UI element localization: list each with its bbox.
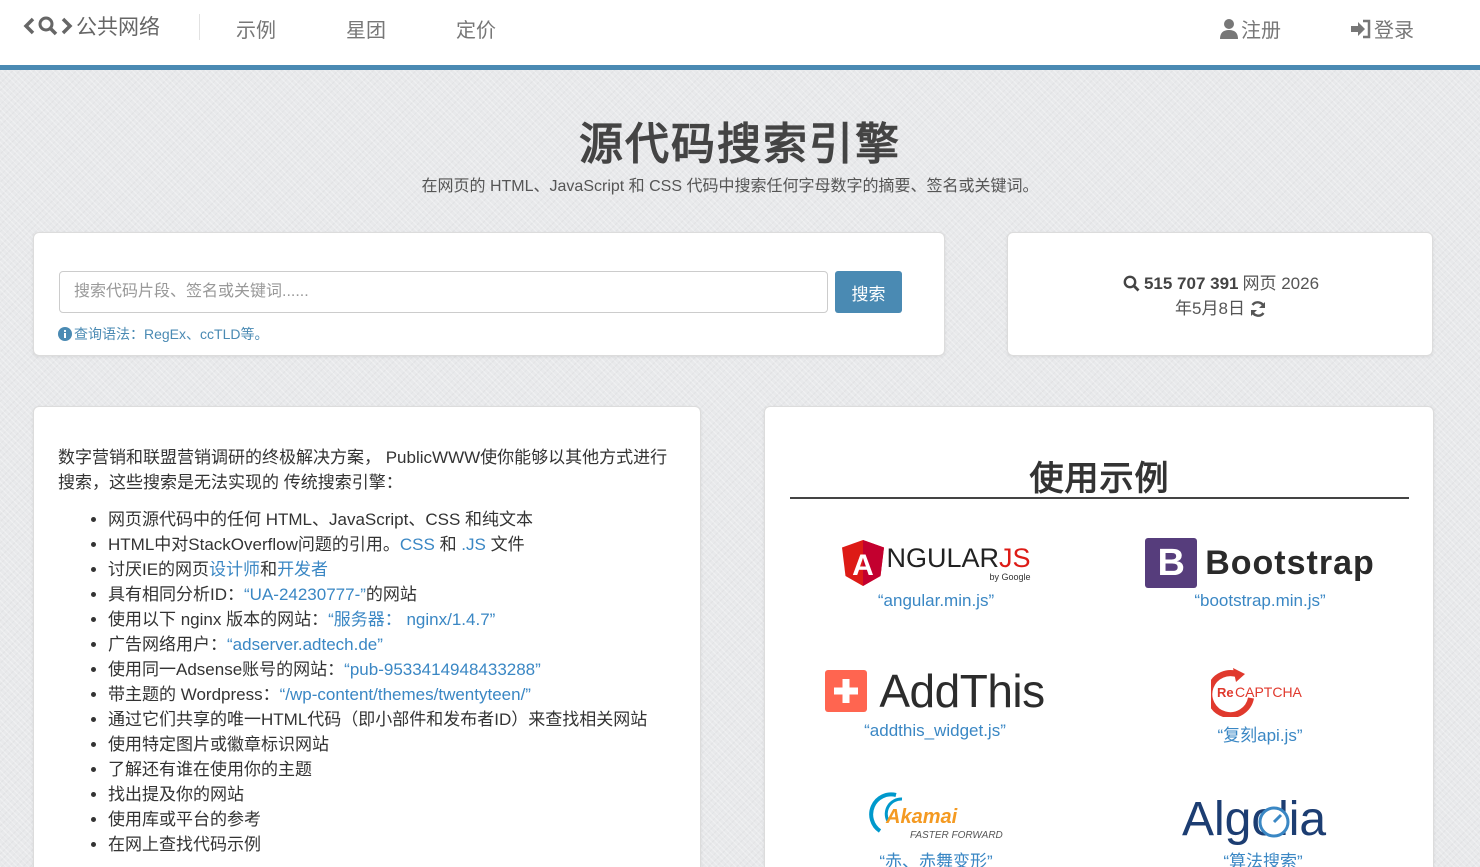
svg-text:A: A	[853, 549, 875, 582]
register-label: 注册	[1241, 20, 1281, 42]
example-bootstrap[interactable]: B Bootstrap “bootstrap.min.js”	[1145, 537, 1375, 611]
list-item: 通过它们共享的唯一HTML代码（即小部件和发布者ID）来查找相关网站	[108, 707, 708, 732]
angular-caption: “angular.min.js”	[877, 591, 995, 610]
examples-panel: 使用示例 A NGULARJS by Google “angular.min.j…	[764, 406, 1434, 867]
brand-name: 公共网络	[76, 16, 160, 39]
algolia-logo: Algolia	[1165, 791, 1361, 845]
refresh-icon[interactable]	[1249, 300, 1267, 318]
example-akamai[interactable]: Akamai FASTER FORWARD “赤、赤舞变形”	[841, 791, 1031, 867]
developers-link[interactable]: 开发者	[277, 560, 328, 579]
designers-link[interactable]: 设计师	[209, 560, 260, 579]
examples-title: 使用示例	[1029, 460, 1170, 498]
list-item: HTML中对StackOverflow问题的引用。CSS 和 .JS 文件	[108, 532, 708, 557]
search-icon	[38, 16, 58, 36]
list-item: 带主题的 Wordpress：“/wp-content/themes/twent…	[108, 682, 708, 707]
nav-item-clusters[interactable]: 星团	[346, 14, 386, 43]
adserver-link[interactable]: “adserver.adtech.de”	[227, 635, 383, 654]
search-icon	[1123, 275, 1140, 292]
list-item: 广告网络用户：“adserver.adtech.de”	[108, 632, 708, 657]
akamai-logo: Akamai FASTER FORWARD	[841, 791, 1031, 845]
sign-in-icon	[1351, 19, 1371, 38]
nav-item-pricing[interactable]: 定价	[456, 14, 496, 43]
svg-text:Algolia: Algolia	[1182, 793, 1326, 845]
page-subtitle: 在网页的 HTML、JavaScript 和 CSS 代码中搜索任何字母数字的摘…	[421, 178, 1039, 195]
list-item: 网页源代码中的任何 HTML、JavaScript、CSS 和纯文本	[108, 507, 708, 532]
addthis-caption: “addthis_widget.js”	[864, 721, 1006, 740]
chevron-right-icon	[61, 17, 73, 35]
wordpress-theme-link[interactable]: “/wp-content/themes/twentyteen/”	[280, 685, 531, 704]
search-button[interactable]: 搜索	[835, 271, 902, 313]
list-item: 使用以下 nginx 版本的网站：“服务器： nginx/1.4.7”	[108, 607, 708, 632]
login-link[interactable]: 登录	[1350, 14, 1414, 43]
login-label: 登录	[1374, 20, 1414, 42]
addthis-logo: AddThis	[805, 663, 1065, 719]
nav-item-examples[interactable]: 示例	[236, 14, 276, 43]
recaptcha-caption: “复刻api.js”	[1217, 726, 1303, 745]
user-icon	[1220, 18, 1238, 39]
brand-link[interactable]: 公共网络	[22, 12, 160, 40]
list-item: 找出提及你的网站	[108, 782, 708, 807]
nginx-link[interactable]: “服务器： nginx/1.4.7”	[328, 610, 495, 629]
svg-text:Re: Re	[1217, 685, 1234, 700]
recaptcha-icon: Re CAPTCHA	[1211, 668, 1303, 717]
search-panel: 搜索 查询语法：RegEx、ccTLD等。	[33, 232, 945, 356]
list-item: 使用特定图片或徽章标识网站	[108, 732, 708, 757]
akamai-wave-icon: Akamai FASTER FORWARD	[869, 792, 1003, 841]
svg-text:FASTER FORWARD: FASTER FORWARD	[910, 830, 1003, 841]
recaptcha-logo: Re CAPTCHA	[1165, 663, 1355, 719]
example-addthis[interactable]: AddThis “addthis_widget.js”	[805, 663, 1065, 741]
feature-list: 网页源代码中的任何 HTML、JavaScript、CSS 和纯文本 HTML中…	[108, 507, 708, 857]
query-syntax-link[interactable]: 查询语法：RegEx、ccTLD等。	[58, 324, 268, 344]
css-link[interactable]: CSS	[400, 535, 435, 554]
query-syntax-label: 查询语法：RegEx、ccTLD等。	[74, 326, 269, 342]
example-algolia[interactable]: Algolia “算法搜索”	[1165, 791, 1361, 867]
example-angular[interactable]: A NGULARJS by Google “angular.min.js”	[821, 537, 1051, 611]
nav-divider	[199, 14, 200, 40]
register-link[interactable]: 注册	[1219, 14, 1281, 43]
list-item: 讨厌IE的网页设计师和开发者	[108, 557, 708, 582]
list-item: 使用同一Adsense账号的网站：“pub-9533414948433288”	[108, 657, 708, 682]
analytics-id-link[interactable]: “UA-24230777-”	[244, 585, 366, 604]
bootstrap-logo: B Bootstrap	[1145, 537, 1375, 589]
angular-shield-icon: A	[842, 540, 885, 586]
search-input[interactable]	[59, 271, 828, 313]
algolia-caption: “算法搜索”	[1223, 852, 1303, 867]
stats-date: 年5月8日	[1175, 299, 1245, 318]
example-recaptcha[interactable]: Re CAPTCHA “复刻api.js”	[1165, 663, 1355, 746]
js-link[interactable]: .JS	[461, 535, 486, 554]
chevron-left-icon	[23, 17, 35, 35]
svg-text:Akamai: Akamai	[885, 806, 958, 828]
intro-paragraph: 数字营销和联盟营销调研的终极解决方案， PublicWWW使你能够以其他方式进行…	[58, 448, 668, 492]
info-circle-icon	[58, 327, 72, 341]
angular-logo: A NGULARJS by Google	[821, 537, 1051, 589]
list-item: 了解还有谁在使用你的主题	[108, 757, 708, 782]
list-item: 使用库或平台的参考	[108, 807, 708, 832]
intro-panel: 数字营销和联盟营销调研的终极解决方案， PublicWWW使你能够以其他方式进行…	[33, 406, 701, 867]
page-title: 源代码搜索引擎	[579, 120, 901, 169]
page-count: 515 707 391	[1143, 274, 1239, 293]
akamai-caption: “赤、赤舞变形”	[879, 852, 993, 867]
page-count-unit: 网页 2026	[1242, 274, 1320, 293]
top-navbar: 公共网络 示例 星团 定价 注册 登录	[0, 0, 1480, 70]
list-item: 在网上查找代码示例	[108, 832, 708, 857]
list-item: 具有相同分析ID：“UA-24230777-”的网站	[108, 582, 708, 607]
examples-divider	[790, 497, 1409, 499]
adsense-link[interactable]: “pub-9533414948433288”	[344, 660, 541, 679]
bootstrap-caption: “bootstrap.min.js”	[1194, 591, 1326, 610]
algolia-wordmark: Algolia	[1182, 793, 1326, 845]
svg-text:CAPTCHA: CAPTCHA	[1235, 684, 1303, 700]
stats-panel: 515 707 391 网页 2026 年5月8日	[1007, 232, 1433, 356]
plus-box-icon	[825, 670, 868, 712]
